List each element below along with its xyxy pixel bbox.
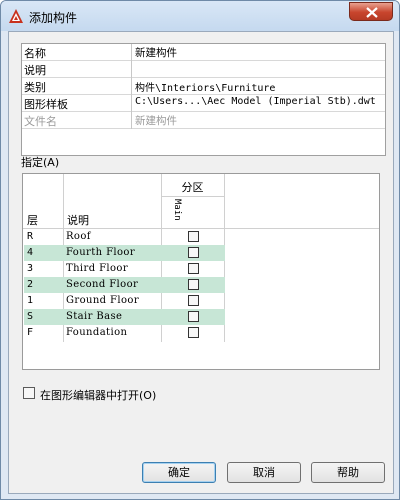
window-title: 添加构件 [29, 11, 78, 25]
open-in-editor-checkbox[interactable] [23, 387, 35, 399]
layer-cell: F [27, 327, 34, 338]
layer-cell: 2 [27, 279, 34, 290]
open-in-editor-label: 在图形编辑器中打开(O) [40, 389, 157, 402]
property-column-divider [131, 44, 132, 129]
property-value[interactable]: 构件\Interiors\Furniture [135, 79, 275, 94]
layer-cell: S [27, 311, 34, 322]
table-row[interactable]: R Roof [24, 229, 225, 245]
division-checkbox[interactable] [188, 247, 199, 258]
description-cell: Foundation [66, 327, 128, 338]
help-button[interactable]: 帮助 [311, 462, 385, 483]
description-cell: Roof [66, 231, 91, 242]
division-group-header: 分区 [161, 180, 224, 197]
description-cell: Ground Floor [66, 295, 140, 306]
ok-button[interactable]: 确定 [142, 462, 216, 483]
dialog-body: 名称 新建构件 说明 类别 构件\Interiors\Furniture 图形样板 C:\U… [8, 31, 394, 494]
property-row[interactable]: 文件名 新建构件 [22, 112, 385, 129]
division-checkbox[interactable] [188, 263, 199, 274]
layer-column-header: 层 [27, 214, 38, 227]
layer-cell: 4 [27, 247, 34, 258]
assign-label: 指定(A) [21, 156, 60, 169]
property-key: 图形样板 [24, 98, 68, 111]
division-checkbox[interactable] [188, 311, 199, 322]
close-icon [366, 7, 378, 18]
property-key: 说明 [24, 64, 46, 77]
table-row[interactable]: 4 Fourth Floor [24, 245, 225, 261]
cancel-button[interactable]: 取消 [227, 462, 301, 483]
property-row[interactable]: 说明 [22, 61, 385, 78]
layer-cell: 3 [27, 263, 34, 274]
table-row[interactable]: F Foundation [24, 325, 225, 341]
property-value[interactable]: C:\Users...\Aec Model (Imperial Stb).dwt [135, 96, 376, 107]
property-row[interactable]: 名称 新建构件 [22, 44, 385, 61]
autocad-logo-icon [8, 8, 24, 24]
division-main-header: Main [172, 199, 182, 221]
property-row[interactable]: 类别 构件\Interiors\Furniture [22, 78, 385, 95]
table-row[interactable]: S Stair Base [24, 309, 225, 325]
description-cell: Second Floor [66, 279, 139, 290]
layer-cell: R [27, 231, 34, 242]
property-value[interactable]: 新建构件 [135, 45, 177, 60]
property-key: 文件名 [24, 115, 57, 128]
description-cell: Stair Base [66, 311, 123, 322]
property-key: 类别 [24, 81, 46, 94]
description-cell: Third Floor [66, 263, 129, 274]
layer-cell: 1 [27, 295, 34, 306]
division-checkbox[interactable] [188, 231, 199, 242]
division-checkbox[interactable] [188, 295, 199, 306]
property-value[interactable]: 新建构件 [135, 113, 177, 128]
description-cell: Fourth Floor [66, 247, 136, 258]
add-element-dialog: 添加构件 名称 新建构件 说明 类别 构件\Interiors\Furniture 图形样… [0, 0, 400, 500]
division-checkbox[interactable] [188, 327, 199, 338]
table-row[interactable]: 2 Second Floor [24, 277, 225, 293]
property-row[interactable]: 图形样板 C:\Users...\Aec Model (Imperial Stb)… [22, 95, 385, 112]
assignment-table: 分区 Main 层 说明 R Roof 4 Fourth Floor 3 Third Fl… [22, 173, 380, 370]
property-key: 名称 [24, 47, 46, 60]
description-column-header: 说明 [67, 214, 89, 227]
title-bar: 添加构件 [1, 1, 399, 31]
table-row[interactable]: 1 Ground Floor [24, 293, 225, 309]
close-button[interactable] [349, 2, 393, 21]
division-checkbox[interactable] [188, 279, 199, 290]
table-row[interactable]: 3 Third Floor [24, 261, 225, 277]
properties-grid: 名称 新建构件 说明 类别 构件\Interiors\Furniture 图形样板 C:\U… [21, 43, 386, 156]
